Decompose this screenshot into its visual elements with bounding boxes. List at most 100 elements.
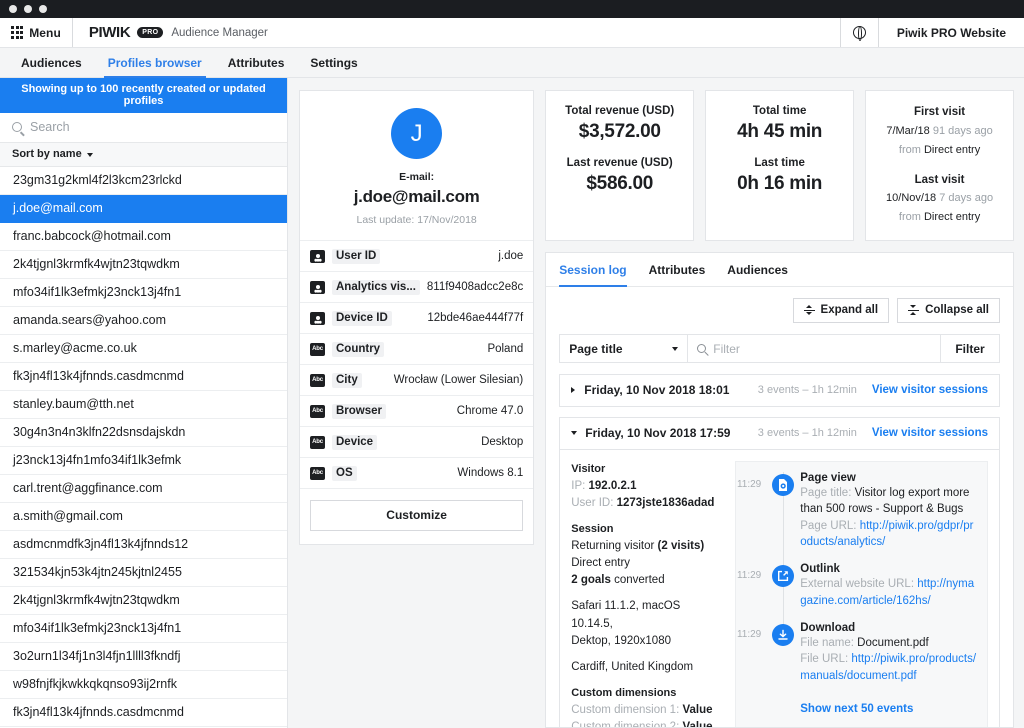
goals-count: 2 goals [571,574,611,586]
window-minimize-button[interactable] [24,5,32,13]
last-time-label: Last time [714,157,845,169]
view-visitor-sessions-link[interactable]: View visitor sessions [872,384,988,396]
list-item[interactable]: 2k4tjgnl3krmfk4wjtn23tqwdkm [0,587,287,615]
event-timestamp: 11:29 [736,622,766,697]
custom-dimensions-heading: Custom dimensions [571,685,723,702]
session-header-expanded[interactable]: Friday, 10 Nov 2018 17:59 3 events – 1h … [559,417,1000,450]
list-item[interactable]: 2k4tjgnl3krmfk4wjtn23tqwdkm [0,251,287,279]
menu-button[interactable]: Menu [0,18,73,47]
list-item[interactable]: 23gm31g2kml4f2l3kcm23rlckd [0,167,287,195]
language-selector[interactable] [840,18,878,47]
filter-input[interactable] [713,342,931,356]
session-panel: Session log Attributes Audiences Expand … [545,252,1014,728]
tab-profiles-browser[interactable]: Profiles browser [95,48,215,77]
chevron-down-icon [672,347,678,351]
list-item[interactable]: j23nck13j4fn1mfo34if1lk3efmk [0,447,287,475]
expand-all-button[interactable]: Expand all [793,298,890,323]
session-meta: 3 events – 1h 12min [758,384,857,396]
tab-label: Settings [310,56,357,70]
list-item[interactable]: s.marley@acme.co.uk [0,335,287,363]
list-item[interactable]: stanley.baum@tth.net [0,391,287,419]
tab-audiences[interactable]: Audiences [8,48,95,77]
visitor-ip-value: 192.0.2.1 [589,480,637,492]
window-maximize-button[interactable] [39,5,47,13]
profile-attribute-row: Device ID12bde46ae444f77f [300,303,533,334]
profile-attribute-name: Country [332,342,384,357]
profile-attribute-value: j.doe [498,250,523,262]
sort-by-name-control[interactable]: Sort by name [0,143,287,167]
list-item[interactable]: franc.babcock@hotmail.com [0,223,287,251]
tech-line-2: Dektop, 1920x1080 [571,633,723,650]
filter-button[interactable]: Filter [941,335,999,362]
menu-button-label: Menu [29,26,61,40]
view-visitor-sessions-link[interactable]: View visitor sessions [872,427,988,439]
list-item[interactable]: mfo34if1lk3efmkj23nck13j4fn1 [0,279,287,307]
first-visit-source-row: from Direct entry [874,143,1005,159]
event-row: 11:29DownloadFile name: Document.pdfFile… [736,622,977,697]
chevron-down-icon [87,153,93,157]
brand: PIWIK PRO Audience Manager [73,18,268,47]
last-revenue-value: $586.00 [554,173,685,195]
total-revenue-value: $3,572.00 [554,121,685,143]
event-icon-wrap [766,563,800,622]
list-item[interactable]: j.doe@mail.com [0,195,287,223]
profile-attribute-name: OS [332,466,357,481]
filter-bar: Page title Filter [559,334,1000,363]
subtab-audiences[interactable]: Audiences [716,253,799,286]
filter-field-select[interactable]: Page title [560,335,688,362]
list-item[interactable]: fk3jn4fl13k4jfnnds.casdmcnmd [0,363,287,391]
list-item[interactable]: mfo34if1lk3efmkj23nck13j4fn1 [0,615,287,643]
visitor-heading: Visitor [571,461,723,478]
profile-attribute-value: Poland [487,343,523,355]
filter-input-wrap [688,335,941,362]
profile-attribute-row: AbcCountryPoland [300,334,533,365]
visitor-userid-label: User ID: [571,497,613,509]
list-item[interactable]: amanda.sears@yahoo.com [0,307,287,335]
abc-icon: Abc [310,436,325,449]
header-right: Piwik PRO Website [840,18,1024,47]
person-icon [310,281,325,294]
list-item[interactable]: carl.trent@aggfinance.com [0,475,287,503]
profile-card: J E-mail: j.doe@mail.com Last update: 17… [299,90,534,545]
session-header-collapsed[interactable]: Friday, 10 Nov 2018 18:01 3 events – 1h … [559,374,1000,407]
list-item[interactable]: 30g4n3n4n3klfn22dsnsdajskdn [0,419,287,447]
event-body: OutlinkExternal website URL: http://nyma… [800,563,977,622]
subtab-session-log[interactable]: Session log [559,253,637,286]
profile-column: J E-mail: j.doe@mail.com Last update: 17… [299,90,534,728]
profiles-sidebar: Showing up to 100 recently created or up… [0,78,288,728]
site-selector[interactable]: Piwik PRO Website [878,18,1024,47]
goals-suffix: converted [614,574,665,586]
profile-attribute-row: AbcOSWindows 8.1 [300,458,533,489]
list-item[interactable]: a.smith@gmail.com [0,503,287,531]
visitor-ip-label: IP: [571,480,585,492]
profiles-list[interactable]: 23gm31g2kml4f2l3kcm23rlckdj.doe@mail.com… [0,167,287,728]
subtab-label: Attributes [649,263,706,277]
product-name: Audience Manager [171,27,268,39]
list-item[interactable]: fk3jn4fl13k4jfnnds.casdmcnmd [0,699,287,727]
profile-attribute-row: AbcBrowserChrome 47.0 [300,396,533,427]
list-item[interactable]: 321534kjn53k4jtn245kjtnl2455 [0,559,287,587]
tab-settings[interactable]: Settings [297,48,370,77]
subtab-attributes[interactable]: Attributes [638,253,717,286]
profile-attribute-row: AbcCityWrocław (Lower Silesian) [300,365,533,396]
app-header: Menu PIWIK PRO Audience Manager Piwik PR… [0,18,1024,48]
window-close-button[interactable] [9,5,17,13]
profile-attribute-name: Device ID [332,311,392,326]
session-meta: 3 events – 1h 12min [758,427,857,439]
event-detail-label: File name: [800,637,854,649]
collapse-all-button[interactable]: Collapse all [897,298,1000,323]
first-visit-source: Direct entry [924,144,980,156]
search-input[interactable] [30,120,275,134]
custom-dimension-1-value: Value [682,704,712,716]
custom-dimension-2-value: Value [682,721,712,727]
event-detail-line: Page URL: http://piwik.pro/gdpr/products… [800,518,977,551]
list-item[interactable]: 3o2urn1l34fj1n3l4fjn1llll3fkndfj [0,643,287,671]
time-card: Total time 4h 45 min Last time 0h 16 min [705,90,854,241]
list-item[interactable]: asdmcnmdfk3jn4fl13k4jfnnds12 [0,531,287,559]
last-time-value: 0h 16 min [714,173,845,195]
list-item[interactable]: w98fnjfkjkwkkqkqnso93ij2rnfk [0,671,287,699]
tab-attributes[interactable]: Attributes [215,48,298,77]
show-next-events-link[interactable]: Show next 50 events [736,697,977,715]
search-icon [12,122,22,132]
customize-button[interactable]: Customize [310,500,523,531]
